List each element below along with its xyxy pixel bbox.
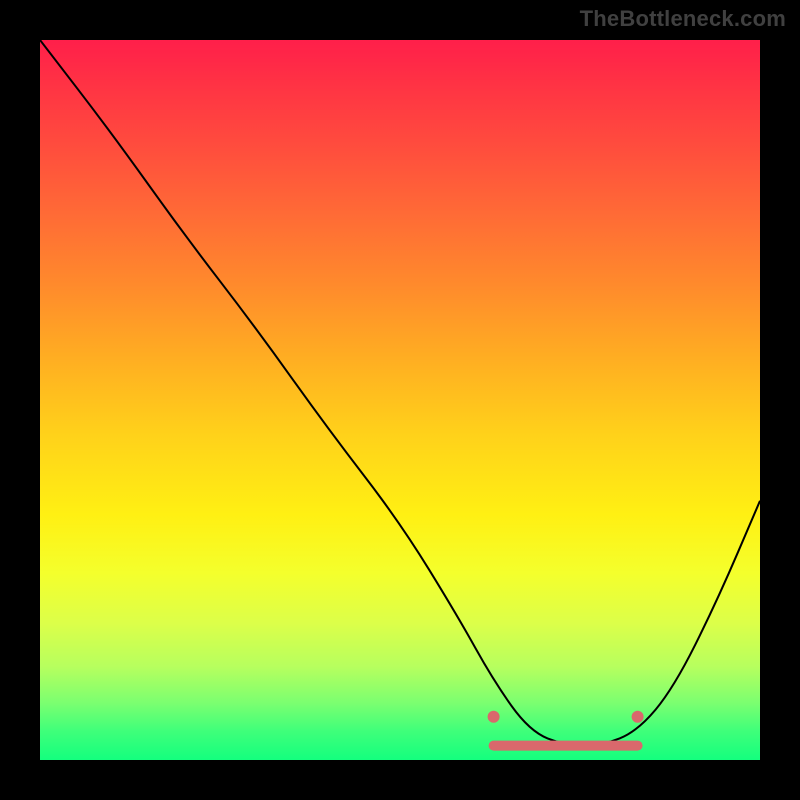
accent-dot-right	[632, 711, 644, 723]
watermark-text: TheBottleneck.com	[580, 6, 786, 32]
chart-stage: TheBottleneck.com	[0, 0, 800, 800]
bottleneck-curve	[40, 40, 760, 746]
chart-svg	[40, 40, 760, 760]
accent-dot-left	[488, 711, 500, 723]
plot-area	[40, 40, 760, 760]
